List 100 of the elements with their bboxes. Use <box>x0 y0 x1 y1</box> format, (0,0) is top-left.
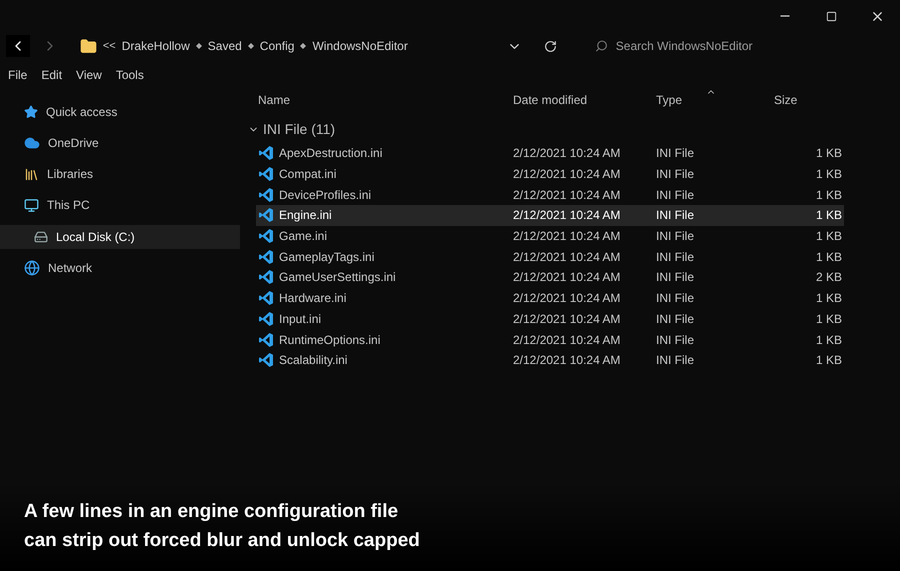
search-icon <box>594 39 608 53</box>
date-cell-text: 2/12/2021 10:24 AM <box>513 145 622 162</box>
column-header[interactable]: Name <box>256 91 513 109</box>
file-name: Engine.ini <box>279 207 332 224</box>
sidebar-item[interactable]: Local Disk (C:) <box>0 225 240 249</box>
back-button[interactable] <box>6 35 30 57</box>
sidebar-item[interactable]: Libraries <box>0 162 240 186</box>
size-cell-text: 1 KB <box>814 145 843 162</box>
code-file-icon <box>258 310 274 327</box>
file-row[interactable]: Engine.ini 2/12/2021 10:24 AM INI File 1 KB <box>256 205 844 226</box>
breadcrumb-segment[interactable]: DrakeHollow <box>122 37 190 55</box>
file-row[interactable]: RuntimeOptions.ini 2/12/2021 10:24 AM INI File 1 KB <box>256 329 844 350</box>
code-file-icon <box>258 332 274 348</box>
type-cell-text: INI File <box>656 145 696 162</box>
type-cell-text: INI File <box>656 207 696 224</box>
size-cell-text: 1 KB <box>814 352 843 370</box>
size-cell-text: 1 KB <box>814 228 843 246</box>
breadcrumb-segment[interactable]: WindowsNoEditor <box>312 37 408 55</box>
menu-item[interactable]: File <box>8 66 28 84</box>
file-name: Game.ini <box>279 228 328 246</box>
caption-text: A few lines in an engine configuration file <box>24 500 400 524</box>
menu-item[interactable]: View <box>76 66 102 84</box>
search-field[interactable]: Search WindowsNoEditor <box>616 37 894 55</box>
file-row[interactable]: DeviceProfiles.ini 2/12/2021 10:24 AM INI File 1 KB <box>256 184 844 206</box>
code-file-icon <box>258 352 274 368</box>
date-cell-text: 2/12/2021 10:24 AM <box>513 290 622 308</box>
file-name: ApexDestruction.ini <box>279 145 382 162</box>
file-row[interactable]: GameplayTags.ini 2/12/2021 10:24 AM INI File 1 KB <box>256 246 844 268</box>
menu-item[interactable]: Edit <box>41 66 62 84</box>
type-cell-text: INI File <box>656 290 696 308</box>
type-cell-text: INI File <box>656 310 696 328</box>
star-icon <box>24 105 38 119</box>
file-row[interactable]: Compat.ini 2/12/2021 10:24 AM INI File 1 KB <box>256 164 844 184</box>
date-cell-text: 2/12/2021 10:24 AM <box>513 248 622 266</box>
file-name: GameUserSettings.ini <box>279 269 396 286</box>
maximize-icon <box>826 10 836 22</box>
sidebar-item[interactable]: Network <box>0 256 240 280</box>
size-cell-text: 1 KB <box>814 248 843 266</box>
breadcrumb-segment[interactable]: Config <box>260 37 294 55</box>
breadcrumb-segment[interactable]: Saved <box>208 37 242 55</box>
column-header[interactable]: Type <box>656 91 746 109</box>
file-name: Hardware.ini <box>279 290 346 308</box>
address-bar[interactable]: << DrakeHollow Saved Config WindowsNoEditor <box>80 34 499 58</box>
monitor-icon <box>24 198 39 212</box>
globe-icon <box>24 260 40 276</box>
size-cell-text: 1 KB <box>814 290 843 308</box>
file-name: DeviceProfiles.ini <box>279 186 372 204</box>
file-row[interactable]: Input.ini 2/12/2021 10:24 AM INI File 1 KB <box>256 308 844 330</box>
type-cell-text: INI File <box>656 248 696 266</box>
sidebar-item[interactable]: OneDrive <box>0 131 240 155</box>
code-file-icon <box>258 228 274 244</box>
separator-icon <box>300 43 306 49</box>
type-cell-text: INI File <box>656 166 696 184</box>
date-cell-text: 2/12/2021 10:24 AM <box>513 207 622 224</box>
file-row[interactable]: Hardware.ini 2/12/2021 10:24 AM INI File 1 KB <box>256 288 844 308</box>
file-row[interactable]: GameUserSettings.ini 2/12/2021 10:24 AM INI File 2 KB <box>256 267 844 288</box>
code-file-icon <box>258 166 274 182</box>
sidebar-item[interactable]: Quick access <box>0 100 240 124</box>
date-cell-text: 2/12/2021 10:24 AM <box>513 310 622 328</box>
cloud-icon <box>24 135 40 151</box>
size-cell-text: 1 KB <box>814 166 843 184</box>
file-row[interactable]: Game.ini 2/12/2021 10:24 AM INI File 1 KB <box>256 226 844 246</box>
library-icon <box>24 166 39 182</box>
date-cell-text: 2/12/2021 10:24 AM <box>513 166 622 184</box>
code-file-icon <box>258 207 274 224</box>
date-cell-text: 2/12/2021 10:24 AM <box>513 228 622 246</box>
file-row[interactable]: Scalability.ini 2/12/2021 10:24 AM INI File 1 KB <box>256 350 844 371</box>
separator-icon <box>196 43 202 49</box>
separator-icon <box>248 43 254 49</box>
group-header[interactable]: INI File (11) <box>248 118 844 140</box>
size-cell-text: 1 KB <box>814 332 843 349</box>
file-name: Scalability.ini <box>279 352 348 370</box>
type-cell-text: INI File <box>656 186 696 204</box>
file-name: RuntimeOptions.ini <box>279 332 380 349</box>
size-cell-text: 1 KB <box>814 186 843 204</box>
menu-item[interactable]: Tools <box>116 66 144 84</box>
size-cell-text: 1 KB <box>814 207 843 224</box>
refresh-icon[interactable] <box>544 40 557 52</box>
type-cell-text: INI File <box>656 352 696 370</box>
file-name: GameplayTags.ini <box>279 248 374 266</box>
date-cell-text: 2/12/2021 10:24 AM <box>513 186 622 204</box>
type-cell-text: INI File <box>656 332 696 349</box>
caption-text: can strip out forced blur and unlock capped <box>24 529 421 553</box>
date-cell-text: 2/12/2021 10:24 AM <box>513 352 622 370</box>
column-header[interactable]: Date modified <box>513 91 656 109</box>
date-cell-text: 2/12/2021 10:24 AM <box>513 269 622 286</box>
file-name: Input.ini <box>279 310 322 328</box>
sidebar-item[interactable]: This PC <box>0 193 240 217</box>
code-file-icon <box>258 290 274 306</box>
column-header[interactable]: Size <box>746 91 826 109</box>
date-cell-text: 2/12/2021 10:24 AM <box>513 332 622 349</box>
type-cell-text: INI File <box>656 228 696 246</box>
size-cell-text: 2 KB <box>814 269 843 286</box>
code-file-icon <box>258 145 274 162</box>
type-cell-text: INI File <box>656 269 696 286</box>
overflow-marker: << <box>102 38 116 54</box>
size-cell-text: 1 KB <box>814 310 843 328</box>
code-file-icon <box>258 248 274 265</box>
file-row[interactable]: ApexDestruction.ini 2/12/2021 10:24 AM INI File 1 KB <box>256 143 844 164</box>
folder-icon <box>80 38 97 54</box>
